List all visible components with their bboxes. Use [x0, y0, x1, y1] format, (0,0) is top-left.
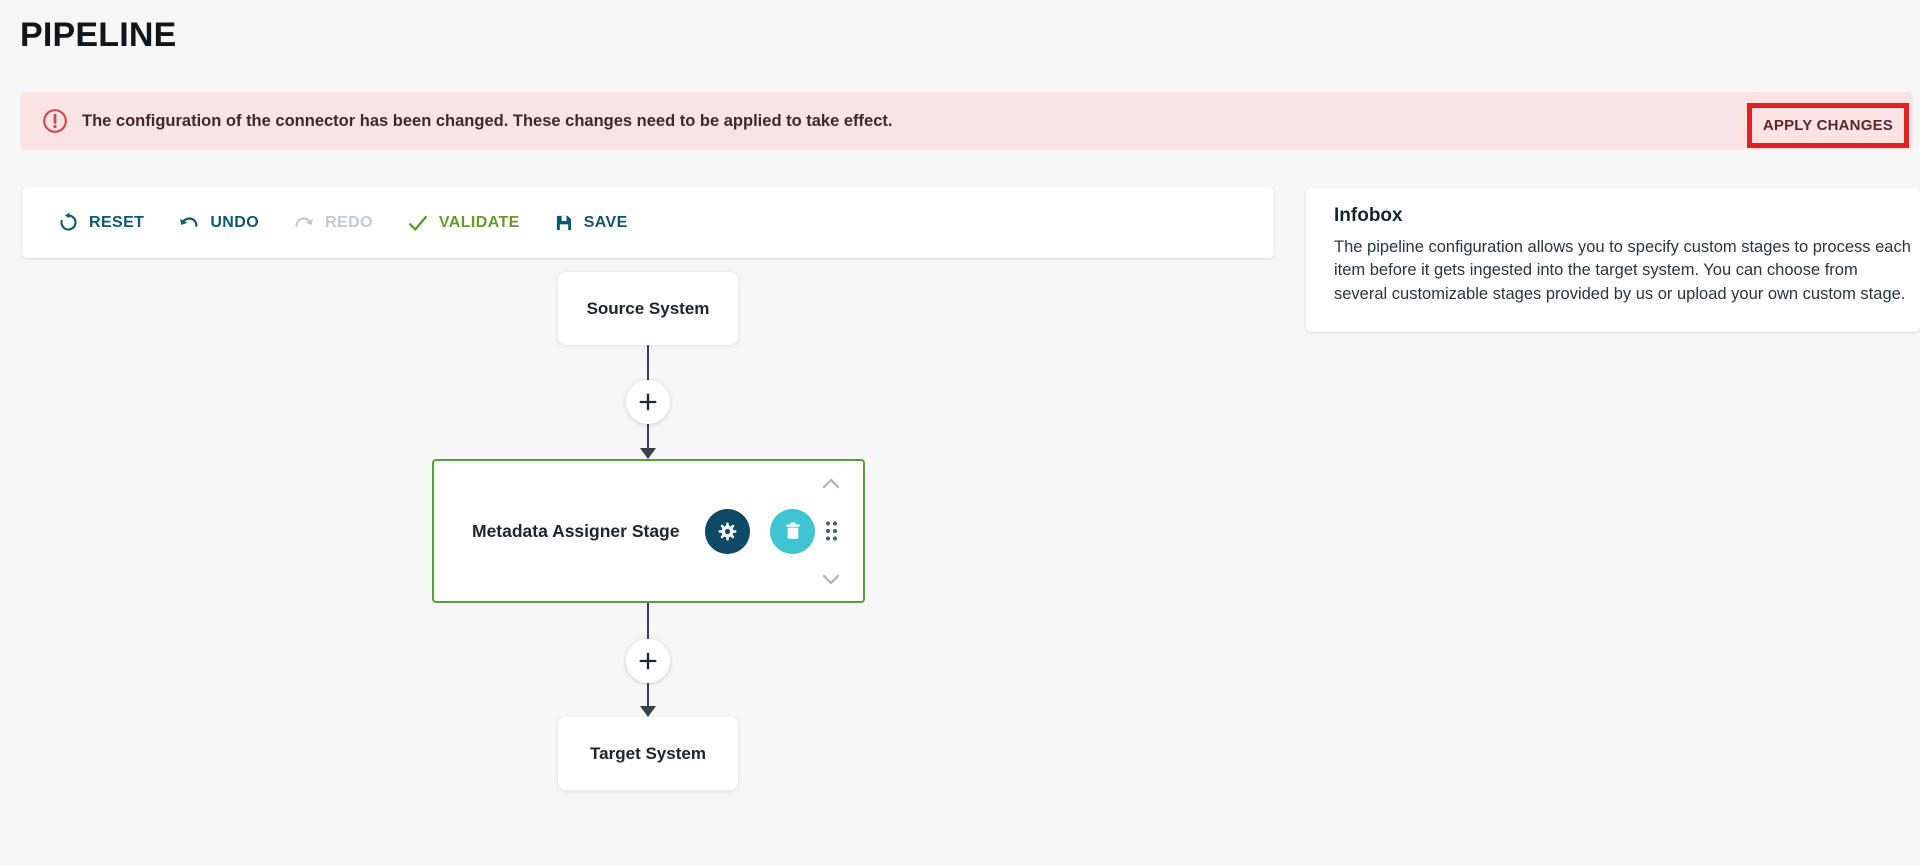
page-title: PIPELINE	[20, 16, 177, 55]
drag-handle-icon[interactable]	[823, 519, 840, 543]
move-stage-down-button[interactable]	[819, 571, 843, 587]
infobox-title: Infobox	[1334, 205, 1894, 227]
infobox-panel: Infobox The pipeline configuration allow…	[1306, 188, 1920, 332]
save-button[interactable]: SAVE	[554, 213, 628, 233]
connector-arrow-bottom	[640, 706, 656, 717]
target-system-node: Target System	[558, 717, 738, 790]
add-stage-button-top[interactable]	[626, 380, 670, 424]
validate-button[interactable]: VALIDATE	[407, 212, 520, 234]
validate-label: VALIDATE	[439, 214, 520, 232]
move-stage-up-button[interactable]	[819, 475, 843, 491]
undo-button[interactable]: UNDO	[178, 212, 259, 234]
reset-label: RESET	[89, 214, 144, 232]
pipeline-toolbar: RESET UNDO REDO VALIDATE SAVE	[22, 187, 1274, 258]
gear-icon	[716, 520, 739, 543]
infobox-body: The pipeline configuration allows you to…	[1334, 236, 1912, 306]
trash-icon	[782, 520, 804, 542]
redo-button[interactable]: REDO	[293, 212, 373, 234]
redo-icon	[293, 212, 315, 234]
source-system-node: Source System	[558, 272, 738, 345]
undo-label: UNDO	[210, 214, 259, 232]
stage-label: Metadata Assigner Stage	[472, 521, 679, 542]
reset-icon	[58, 212, 79, 233]
chevron-down-icon	[819, 571, 843, 587]
plus-icon	[635, 648, 661, 674]
save-label: SAVE	[584, 214, 628, 232]
apply-changes-highlight-box: APPLY CHANGES	[1747, 103, 1909, 148]
chevron-up-icon	[819, 475, 843, 491]
undo-icon	[178, 212, 200, 234]
plus-icon	[635, 389, 661, 415]
checkmark-icon	[407, 212, 429, 234]
stage-reorder-controls	[819, 475, 843, 587]
alert-message: The configuration of the connector has b…	[82, 112, 892, 131]
alert-banner: The configuration of the connector has b…	[20, 92, 1913, 150]
add-stage-button-bottom[interactable]	[626, 639, 670, 683]
stage-delete-button[interactable]	[770, 509, 815, 554]
connector-arrow-top	[640, 448, 656, 459]
redo-label: REDO	[325, 214, 373, 232]
stage-settings-button[interactable]	[705, 509, 750, 554]
reset-button[interactable]: RESET	[58, 212, 144, 233]
apply-changes-button[interactable]: APPLY CHANGES	[1752, 108, 1904, 143]
save-icon	[554, 213, 574, 233]
alert-exclamation-icon	[42, 108, 68, 134]
metadata-assigner-stage-node[interactable]: Metadata Assigner Stage	[432, 459, 865, 603]
